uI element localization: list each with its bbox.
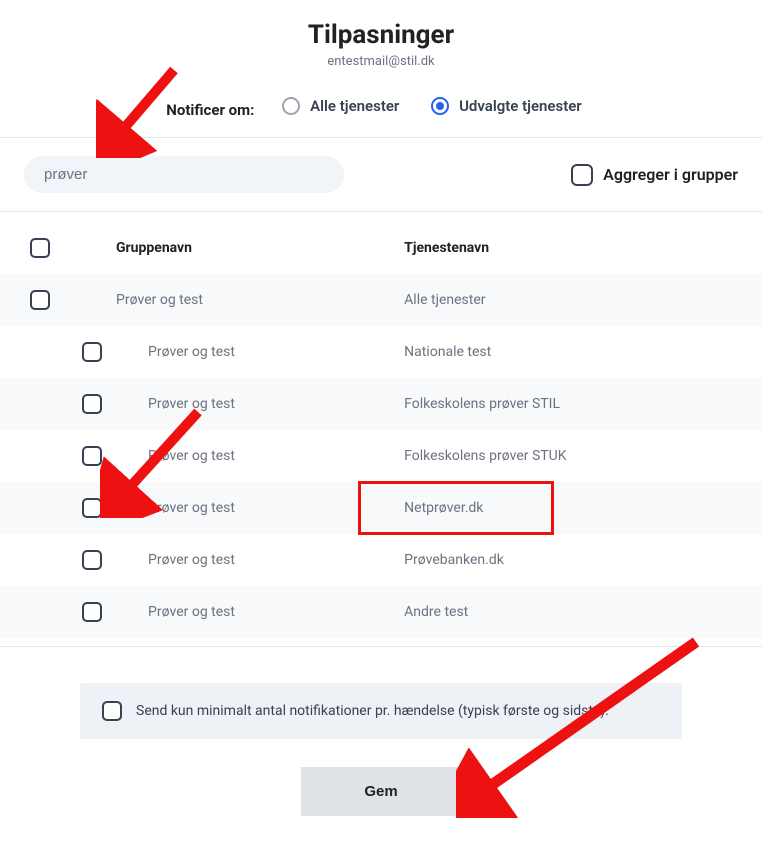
row-checkbox[interactable] <box>68 342 116 362</box>
table-row: Prøver og testPrøvebanken.dk <box>0 534 762 586</box>
services-table: Gruppenavn Tjenestenavn Prøver og testAl… <box>0 222 762 638</box>
checkbox-icon <box>571 164 593 186</box>
row-group: Prøver og test <box>116 552 404 568</box>
radio-all-services[interactable]: Alle tjenester <box>282 97 399 115</box>
row-group: Prøver og test <box>116 292 404 308</box>
table-row: Prøver og testAlle tjenester <box>0 274 762 326</box>
row-checkbox[interactable] <box>12 290 68 310</box>
table-row: Prøver og testFolkeskolens prøver STUK <box>0 430 762 482</box>
radio-icon <box>282 97 300 115</box>
select-all-checkbox[interactable] <box>12 238 68 258</box>
row-service: Folkeskolens prøver STUK <box>404 448 750 464</box>
radio-selected-services[interactable]: Udvalgte tjenester <box>431 97 582 115</box>
radio-label-selected: Udvalgte tjenester <box>459 97 582 115</box>
row-service: Alle tjenester <box>404 292 750 308</box>
col-service: Tjenestenavn <box>404 240 750 256</box>
row-service: Nationale test <box>404 344 750 360</box>
row-checkbox[interactable] <box>68 446 116 466</box>
page-title: Tilpasninger <box>0 0 762 50</box>
search-input[interactable] <box>24 156 344 193</box>
row-group: Prøver og test <box>116 500 404 516</box>
page-subtitle: entestmail@stil.dk <box>0 54 762 69</box>
row-checkbox[interactable] <box>68 602 116 622</box>
aggregate-toggle[interactable]: Aggreger i grupper <box>571 164 738 186</box>
row-checkbox[interactable] <box>68 550 116 570</box>
row-checkbox[interactable] <box>68 394 116 414</box>
table-row: Prøver og testFolkeskolens prøver STIL <box>0 378 762 430</box>
row-service: Netprøver.dk <box>404 500 750 516</box>
radio-icon <box>431 97 449 115</box>
row-group: Prøver og test <box>116 396 404 412</box>
minimal-notifications-label: Send kun minimalt antal notifikationer p… <box>136 703 609 719</box>
col-group: Gruppenavn <box>116 240 404 256</box>
checkbox-icon <box>102 701 122 721</box>
row-group: Prøver og test <box>116 448 404 464</box>
row-service: Folkeskolens prøver STIL <box>404 396 750 412</box>
save-button[interactable]: Gem <box>301 767 461 816</box>
notify-label: Notificer om: <box>166 101 254 119</box>
table-row: Prøver og testNetprøver.dk <box>0 482 762 534</box>
aggregate-label: Aggreger i grupper <box>603 165 738 184</box>
minimal-notifications-toggle[interactable]: Send kun minimalt antal notifikationer p… <box>80 683 682 739</box>
row-service: Andre test <box>404 604 750 620</box>
row-checkbox[interactable] <box>68 498 116 518</box>
row-service: Prøvebanken.dk <box>404 552 750 568</box>
radio-label-all: Alle tjenester <box>310 97 399 115</box>
row-group: Prøver og test <box>116 344 404 360</box>
row-group: Prøver og test <box>116 604 404 620</box>
table-row: Prøver og testAndre test <box>0 586 762 638</box>
table-row: Prøver og testNationale test <box>0 326 762 378</box>
